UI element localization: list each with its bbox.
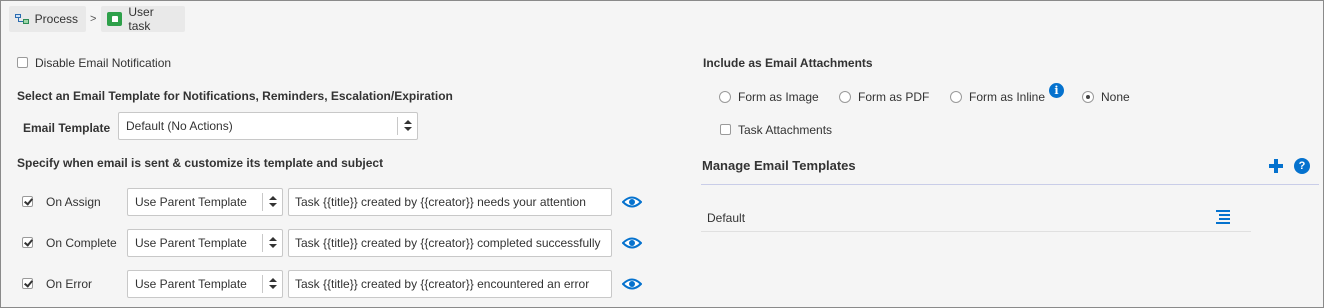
radio-none-label: None [1101, 90, 1130, 104]
on-complete-label: On Complete [46, 236, 117, 250]
radio-form-as-image[interactable] [719, 91, 731, 103]
on-error-subject-value: Task {{title}} created by {{creator}} en… [295, 277, 590, 291]
radio-none[interactable] [1082, 91, 1094, 103]
on-assign-preview-eye-icon[interactable] [622, 195, 642, 209]
on-assign-label: On Assign [46, 195, 101, 209]
on-assign-template-select[interactable]: Use Parent Template [127, 188, 283, 216]
on-complete-template-select[interactable]: Use Parent Template [127, 229, 283, 257]
on-error-subject-input[interactable]: Task {{title}} created by {{creator}} en… [288, 270, 612, 298]
breadcrumb-process[interactable]: Process [9, 6, 86, 32]
on-assign-template-value: Use Parent Template [135, 195, 247, 209]
radio-form-as-pdf-label: Form as PDF [858, 90, 930, 104]
on-error-checkbox[interactable] [22, 278, 33, 289]
template-row-name: Default [707, 211, 746, 225]
on-complete-subject-input[interactable]: Task {{title}} created by {{creator}} co… [288, 229, 612, 257]
disable-email-label: Disable Email Notification [35, 56, 172, 70]
task-attachments-checkbox[interactable] [720, 124, 731, 135]
radio-form-as-pdf[interactable] [839, 91, 851, 103]
breadcrumb-user-task-label: User task [128, 5, 154, 33]
select-arrows-icon [397, 117, 417, 135]
breadcrumb-user-task[interactable]: User task [101, 5, 185, 33]
on-complete-subject-value: Task {{title}} created by {{creator}} co… [295, 236, 601, 250]
email-template-select[interactable]: Default (No Actions) [118, 112, 418, 140]
task-attachments-label: Task Attachments [738, 123, 833, 137]
info-icon[interactable]: i [1049, 83, 1064, 98]
help-icon[interactable]: ? [1294, 158, 1310, 174]
manage-templates-divider [701, 184, 1319, 185]
on-error-preview-eye-icon[interactable] [622, 277, 642, 291]
attachments-heading: Include as Email Attachments [703, 56, 873, 70]
select-arrows-icon [262, 193, 282, 211]
breadcrumb-process-label: Process [34, 12, 78, 26]
radio-form-as-image-label: Form as Image [738, 90, 819, 104]
radio-form-as-inline-label: Form as Inline [969, 90, 1046, 104]
on-complete-preview-eye-icon[interactable] [622, 236, 642, 250]
template-row-divider [701, 231, 1251, 232]
on-error-label: On Error [46, 277, 93, 291]
radio-form-as-inline[interactable] [950, 91, 962, 103]
disable-email-checkbox[interactable] [17, 57, 28, 68]
template-actions-menu-icon[interactable] [1216, 210, 1230, 224]
on-complete-template-value: Use Parent Template [135, 236, 247, 250]
on-complete-checkbox[interactable] [22, 237, 33, 248]
user-task-icon [107, 12, 123, 26]
manage-templates-heading: Manage Email Templates [702, 158, 856, 173]
template-section-heading: Select an Email Template for Notificatio… [17, 89, 453, 103]
select-arrows-icon [262, 234, 282, 252]
on-assign-subject-input[interactable]: Task {{title}} created by {{creator}} ne… [288, 188, 612, 216]
email-template-label: Email Template [23, 121, 111, 135]
on-assign-subject-value: Task {{title}} created by {{creator}} ne… [295, 195, 586, 209]
email-template-value: Default (No Actions) [126, 119, 233, 133]
on-error-template-value: Use Parent Template [135, 277, 247, 291]
email-notification-panel: Process > User task Disable Email Notifi… [0, 0, 1324, 308]
on-assign-checkbox[interactable] [22, 196, 33, 207]
process-icon [15, 13, 29, 25]
breadcrumb-separator: > [90, 13, 97, 25]
on-error-template-select[interactable]: Use Parent Template [127, 270, 283, 298]
add-template-plus-icon[interactable] [1269, 159, 1283, 173]
select-arrows-icon [262, 275, 282, 293]
when-heading: Specify when email is sent & customize i… [17, 156, 384, 170]
